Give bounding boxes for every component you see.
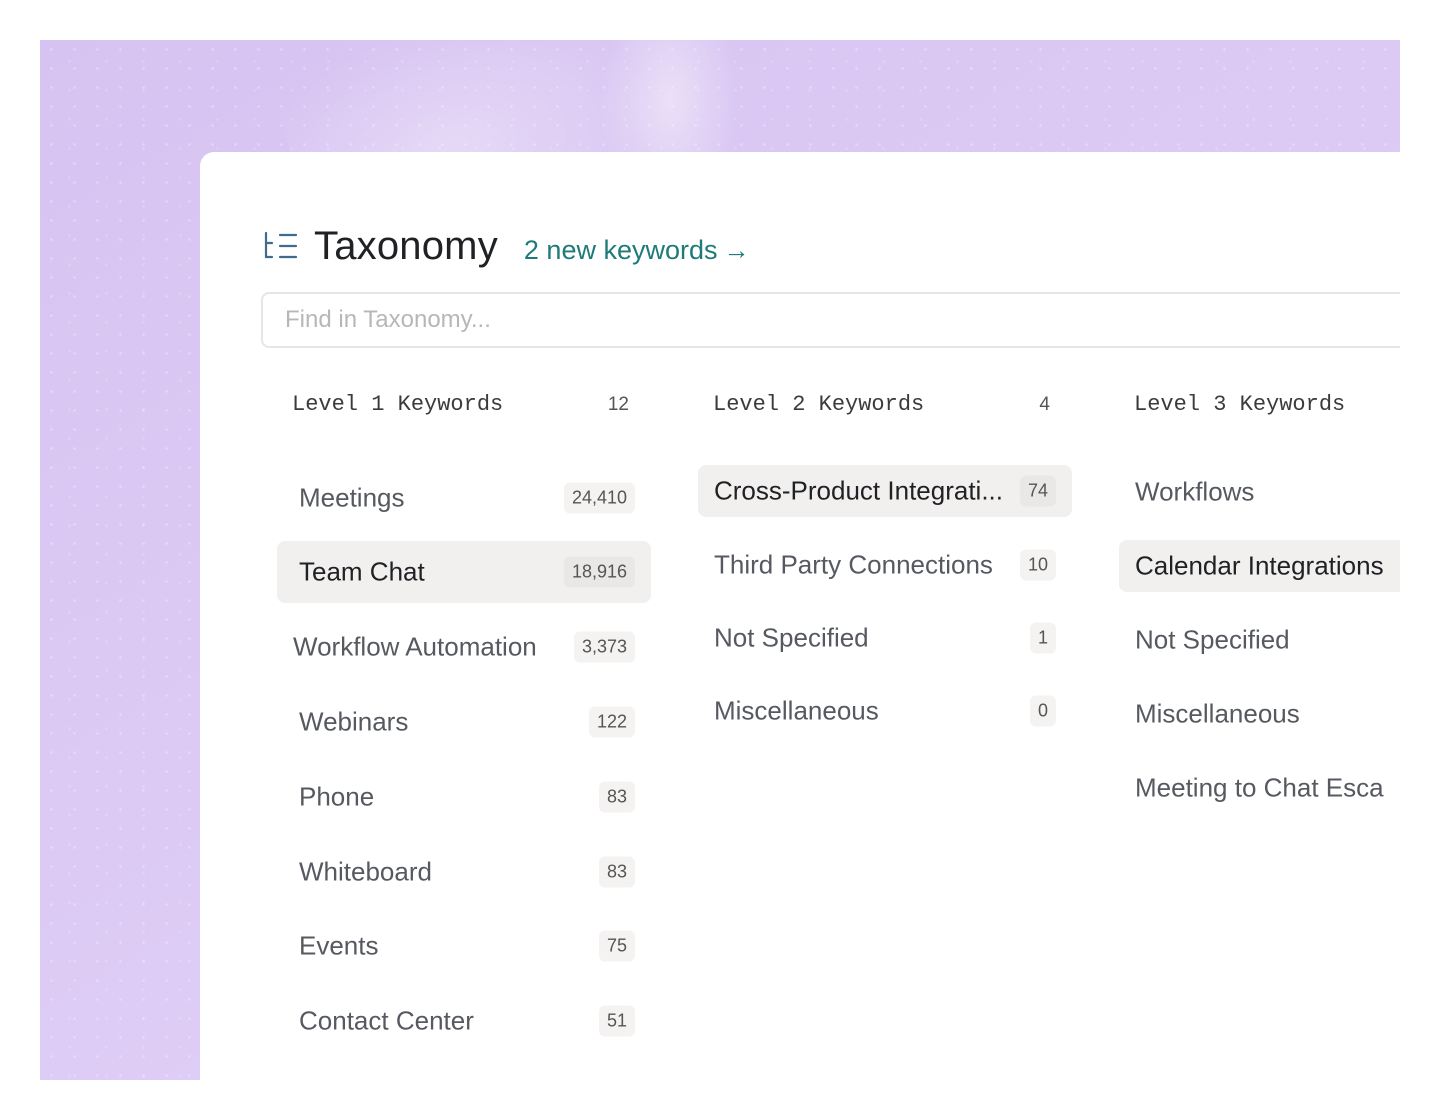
column-header: Level 2 Keywords 4	[698, 390, 1072, 424]
level-2-column: Level 2 Keywords 4 Cross-Product Integra…	[698, 390, 1072, 727]
column-header: Level 3 Keywords	[1119, 390, 1440, 424]
keyword-label: Team Chat	[299, 556, 425, 587]
new-keywords-label: 2 new keywords	[523, 234, 718, 265]
column-title: Level 3 Keywords	[1134, 392, 1346, 417]
keyword-item-selected[interactable]: Team Chat 18,916	[277, 541, 651, 603]
keyword-label: Contact Center	[299, 1005, 474, 1036]
keyword-item[interactable]: Events 75	[277, 915, 651, 977]
keyword-count-badge: 51	[598, 1005, 635, 1037]
keyword-label: Miscellaneous	[714, 695, 879, 726]
keyword-count-badge: 0	[1029, 695, 1056, 727]
keyword-item[interactable]: Miscellaneous	[1119, 683, 1440, 745]
page-margin-right	[1400, 0, 1440, 1120]
keyword-count-badge: 24,410	[563, 482, 635, 514]
column-title: Level 1 Keywords	[292, 392, 504, 417]
keyword-count-badge: 18,916	[563, 556, 635, 588]
keyword-item-selected[interactable]: Cross-Product Integrati... 74	[698, 465, 1072, 517]
column-count: 4	[1039, 394, 1050, 415]
keyword-count-badge: 1	[1029, 622, 1056, 654]
keyword-item[interactable]: Phone 83	[277, 766, 651, 828]
keyword-item[interactable]: Meetings 24,410	[277, 467, 651, 529]
keyword-label: Not Specified	[714, 622, 869, 653]
keyword-item[interactable]: Meeting to Chat Esca	[1119, 757, 1440, 819]
level-1-column: Level 1 Keywords 12 Meetings 24,410 Team…	[277, 390, 651, 1037]
keyword-count-badge: 75	[598, 930, 635, 962]
keyword-count-badge: 83	[598, 781, 635, 813]
keyword-item[interactable]: Not Specified 1	[698, 607, 1072, 669]
keyword-label: Events	[299, 930, 379, 961]
keyword-item[interactable]: Whiteboard 83	[277, 841, 651, 903]
keyword-label: Calendar Integrations	[1135, 550, 1384, 581]
new-keywords-link[interactable]: 2 new keywords →	[524, 235, 750, 266]
keyword-item-selected[interactable]: Calendar Integrations	[1119, 540, 1440, 592]
keyword-label: Miscellaneous	[1135, 698, 1300, 729]
keyword-count-badge: 3,373	[573, 631, 635, 663]
keyword-label: Third Party Connections	[714, 549, 993, 580]
keyword-item[interactable]: Miscellaneous 0	[698, 680, 1072, 742]
keyword-item[interactable]: Workflows	[1119, 461, 1440, 523]
keyword-item[interactable]: Not Specified	[1119, 609, 1440, 671]
column-title: Level 2 Keywords	[713, 392, 925, 417]
keyword-label: Meeting to Chat Esca	[1135, 772, 1384, 803]
keyword-count-badge: 74	[1019, 475, 1056, 507]
arrow-right-icon: →	[723, 234, 750, 265]
keyword-label: Meetings	[299, 482, 405, 513]
keyword-item[interactable]: Webinars 122	[277, 691, 651, 753]
taxonomy-icon	[262, 231, 298, 261]
keyword-count-badge: 122	[588, 706, 635, 738]
keyword-label: Whiteboard	[299, 856, 432, 887]
panel-header: Taxonomy 2 new keywords →	[262, 222, 750, 270]
keyword-label: Workflow Automation	[293, 631, 537, 662]
keyword-label: Cross-Product Integrati...	[714, 475, 1003, 506]
column-header: Level 1 Keywords 12	[277, 390, 651, 424]
keyword-item[interactable]: Workflow Automation 3,373	[277, 616, 651, 678]
keyword-count-badge: 10	[1019, 549, 1056, 581]
keyword-item[interactable]: Contact Center 51	[277, 990, 651, 1052]
keyword-label: Not Specified	[1135, 624, 1290, 655]
page-margin-bottom	[0, 1080, 1440, 1120]
search-input[interactable]	[261, 292, 1440, 348]
keyword-count-badge: 83	[598, 856, 635, 888]
taxonomy-panel: Taxonomy 2 new keywords → Level 1 Keywor…	[200, 152, 1440, 1120]
keyword-label: Phone	[299, 781, 375, 812]
keyword-item[interactable]: Third Party Connections 10	[698, 534, 1072, 596]
keyword-label: Webinars	[299, 706, 409, 737]
page-title: Taxonomy	[314, 223, 498, 268]
level-3-column: Level 3 Keywords Workflows Calendar Inte…	[1119, 390, 1440, 803]
column-count: 12	[607, 394, 629, 415]
keyword-label: Workflows	[1135, 476, 1255, 507]
